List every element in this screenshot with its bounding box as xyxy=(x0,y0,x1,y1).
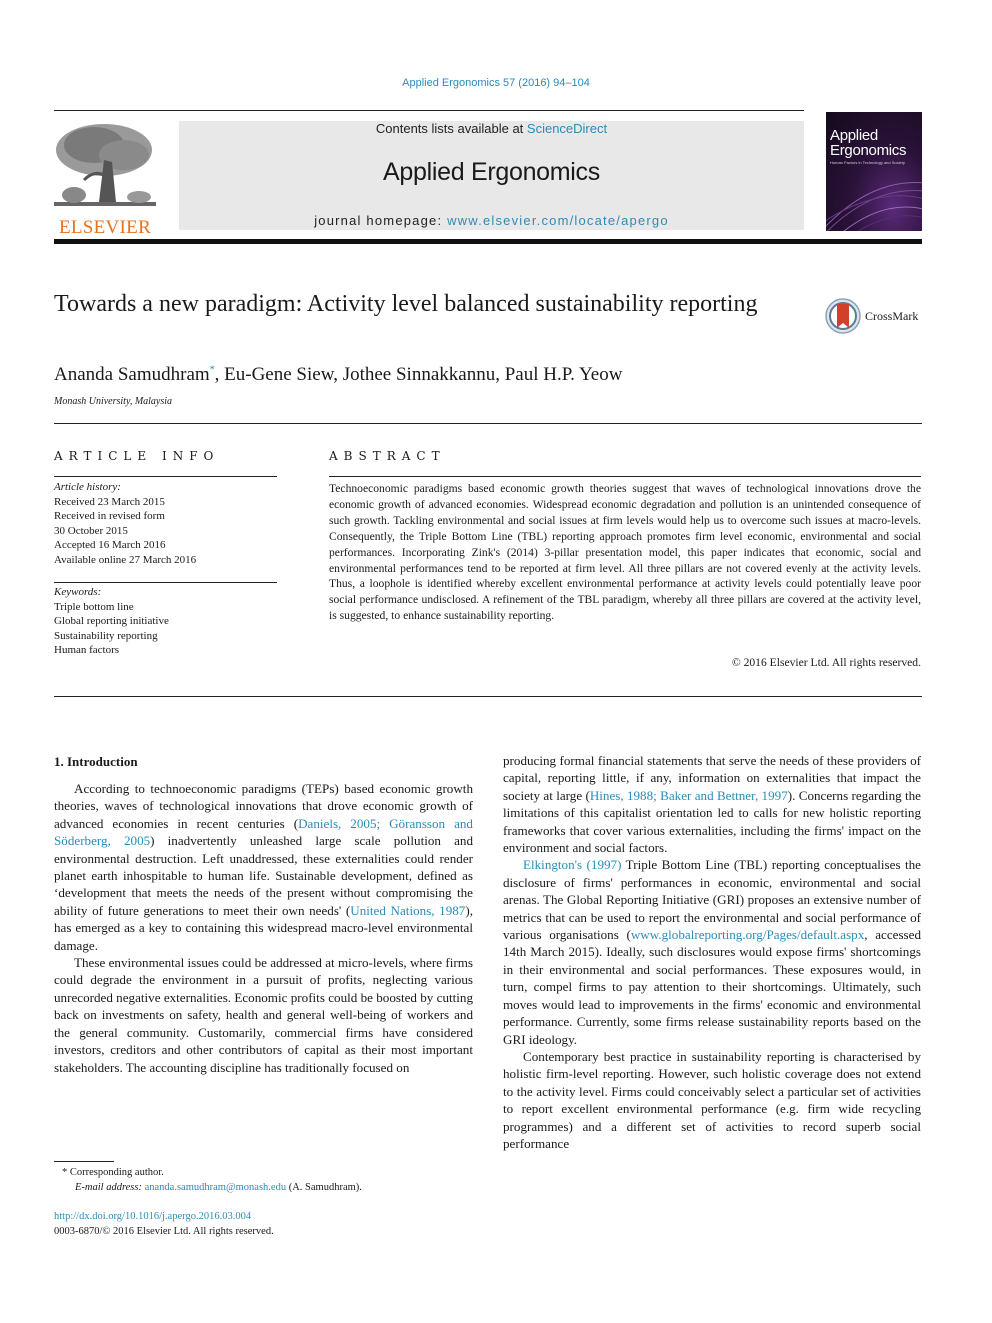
cover-swoosh-graphic xyxy=(826,182,922,231)
sciencedirect-link[interactable]: ScienceDirect xyxy=(527,121,607,136)
abstract-heading: ABSTRACT xyxy=(329,449,446,463)
corresponding-author-footnote: * Corresponding author. xyxy=(62,1165,164,1180)
cover-title: Applied Ergonomics xyxy=(830,127,907,159)
keyword-item: Human factors xyxy=(54,644,120,656)
cover-subtitle: Human Factors in Technology and Society xyxy=(830,160,905,165)
footnote-rule xyxy=(54,1161,114,1162)
keywords-rule xyxy=(54,582,277,583)
history-item: Received 23 March 2015 xyxy=(54,495,165,508)
keyword-item: Sustainability reporting xyxy=(54,629,158,642)
article-info-heading: ARTICLE INFO xyxy=(54,449,220,463)
citation-link[interactable]: Hines, 1988; Baker and Bettner, 1997 xyxy=(590,788,788,803)
body-paragraph: Contemporary best practice in sustainabi… xyxy=(503,1048,921,1151)
issn-copyright-line: 0003-6870/© 2016 Elsevier Ltd. All right… xyxy=(54,1226,274,1237)
author-list: Ananda Samudhram*, Eu-Gene Siew, Jothee … xyxy=(54,364,622,386)
email-footnote: E-mail address: ananda.samudhram@monash.… xyxy=(75,1180,362,1195)
journal-homepage-link[interactable]: www.elsevier.com/locate/apergo xyxy=(447,213,669,228)
body-column-right: producing formal financial statements th… xyxy=(503,752,921,1152)
history-item: Accepted 16 March 2016 xyxy=(54,539,166,551)
history-item: 30 October 2015 xyxy=(54,524,128,537)
history-item: Available online 27 March 2016 xyxy=(54,553,197,566)
abstract-bottom-rule xyxy=(54,696,922,697)
article-title: Towards a new paradigm: Activity level b… xyxy=(54,291,758,317)
journal-reference-link[interactable]: Applied Ergonomics 57 (2016) 94–104 xyxy=(402,77,590,89)
crossmark-label: CrossMark xyxy=(865,308,919,323)
cover-title-line2: Ergonomics xyxy=(830,142,907,159)
elsevier-logo[interactable]: ELSEVIER xyxy=(54,120,156,238)
email-label: E-mail address: xyxy=(75,1182,142,1193)
author-rest: , Eu-Gene Siew, Jothee Sinnakkannu, Paul… xyxy=(214,364,623,385)
article-history-label: Article history: xyxy=(54,481,121,493)
text-run: , accessed 14th March 2015). Ideally, su… xyxy=(503,927,922,1047)
contents-prefix: Contents lists available at xyxy=(375,121,527,136)
doi-link[interactable]: http://dx.doi.org/10.1016/j.apergo.2016.… xyxy=(54,1211,251,1222)
body-paragraph: Elkington's (1997) Triple Bottom Line (T… xyxy=(503,856,921,1047)
keywords: Keywords: Triple bottom line Global repo… xyxy=(54,585,169,658)
body-paragraph: producing formal financial statements th… xyxy=(503,752,921,856)
affiliation: Monash University, Malaysia xyxy=(54,396,173,407)
contents-available-line: Contents lists available at ScienceDirec… xyxy=(179,121,804,136)
abstract-rule xyxy=(329,476,921,477)
doi-line: http://dx.doi.org/10.1016/j.apergo.2016.… xyxy=(54,1211,251,1222)
body-paragraph: These environmental issues could be addr… xyxy=(54,955,473,1075)
history-item: Received in revised form xyxy=(54,510,165,522)
section-heading-introduction: 1. Introduction xyxy=(54,754,138,769)
abstract-text: Technoeconomic paradigms based economic … xyxy=(329,482,921,623)
elsevier-wordmark: ELSEVIER xyxy=(58,217,152,238)
article-history: Article history: Received 23 March 2015 … xyxy=(54,480,196,567)
journal-homepage-line: journal homepage: www.elsevier.com/locat… xyxy=(179,213,804,228)
crossmark-icon xyxy=(825,298,861,334)
elsevier-tree-icon xyxy=(54,120,156,210)
cover-title-line1: Applied xyxy=(830,127,878,144)
keyword-item: Global reporting initiative xyxy=(54,615,169,627)
email-suffix: (A. Samudhram). xyxy=(286,1182,362,1193)
journal-title: Applied Ergonomics xyxy=(383,158,600,186)
header-rule xyxy=(54,110,804,111)
author-email-link[interactable]: ananda.samudhram@monash.edu xyxy=(145,1182,286,1193)
masthead-thick-rule xyxy=(54,239,922,244)
abstract-copyright: © 2016 Elsevier Ltd. All rights reserved… xyxy=(731,656,921,669)
title-block-rule xyxy=(54,423,922,424)
crossmark-badge[interactable]: CrossMark xyxy=(825,296,935,336)
author-first[interactable]: Ananda Samudhram xyxy=(54,364,210,385)
journal-reference: Applied Ergonomics 57 (2016) 94–104 xyxy=(0,77,992,89)
keyword-item: Triple bottom line xyxy=(54,600,134,613)
citation-link[interactable]: United Nations, 1987 xyxy=(350,903,465,918)
gri-website-link[interactable]: www.globalreporting.org/Pages/default.as… xyxy=(631,927,864,942)
citation-link[interactable]: Elkington's (1997) xyxy=(523,857,621,872)
article-info-rule xyxy=(54,476,277,477)
homepage-prefix: journal homepage: xyxy=(314,213,448,228)
body-paragraph: According to technoeconomic paradigms (T… xyxy=(54,780,473,954)
footnote-text: Corresponding author. xyxy=(67,1167,164,1178)
journal-masthead: Contents lists available at ScienceDirec… xyxy=(179,121,804,230)
body-column-left: According to technoeconomic paradigms (T… xyxy=(54,780,473,1076)
keywords-label: Keywords: xyxy=(54,586,102,598)
journal-cover-thumbnail[interactable]: Applied Ergonomics Human Factors in Tech… xyxy=(826,112,922,231)
